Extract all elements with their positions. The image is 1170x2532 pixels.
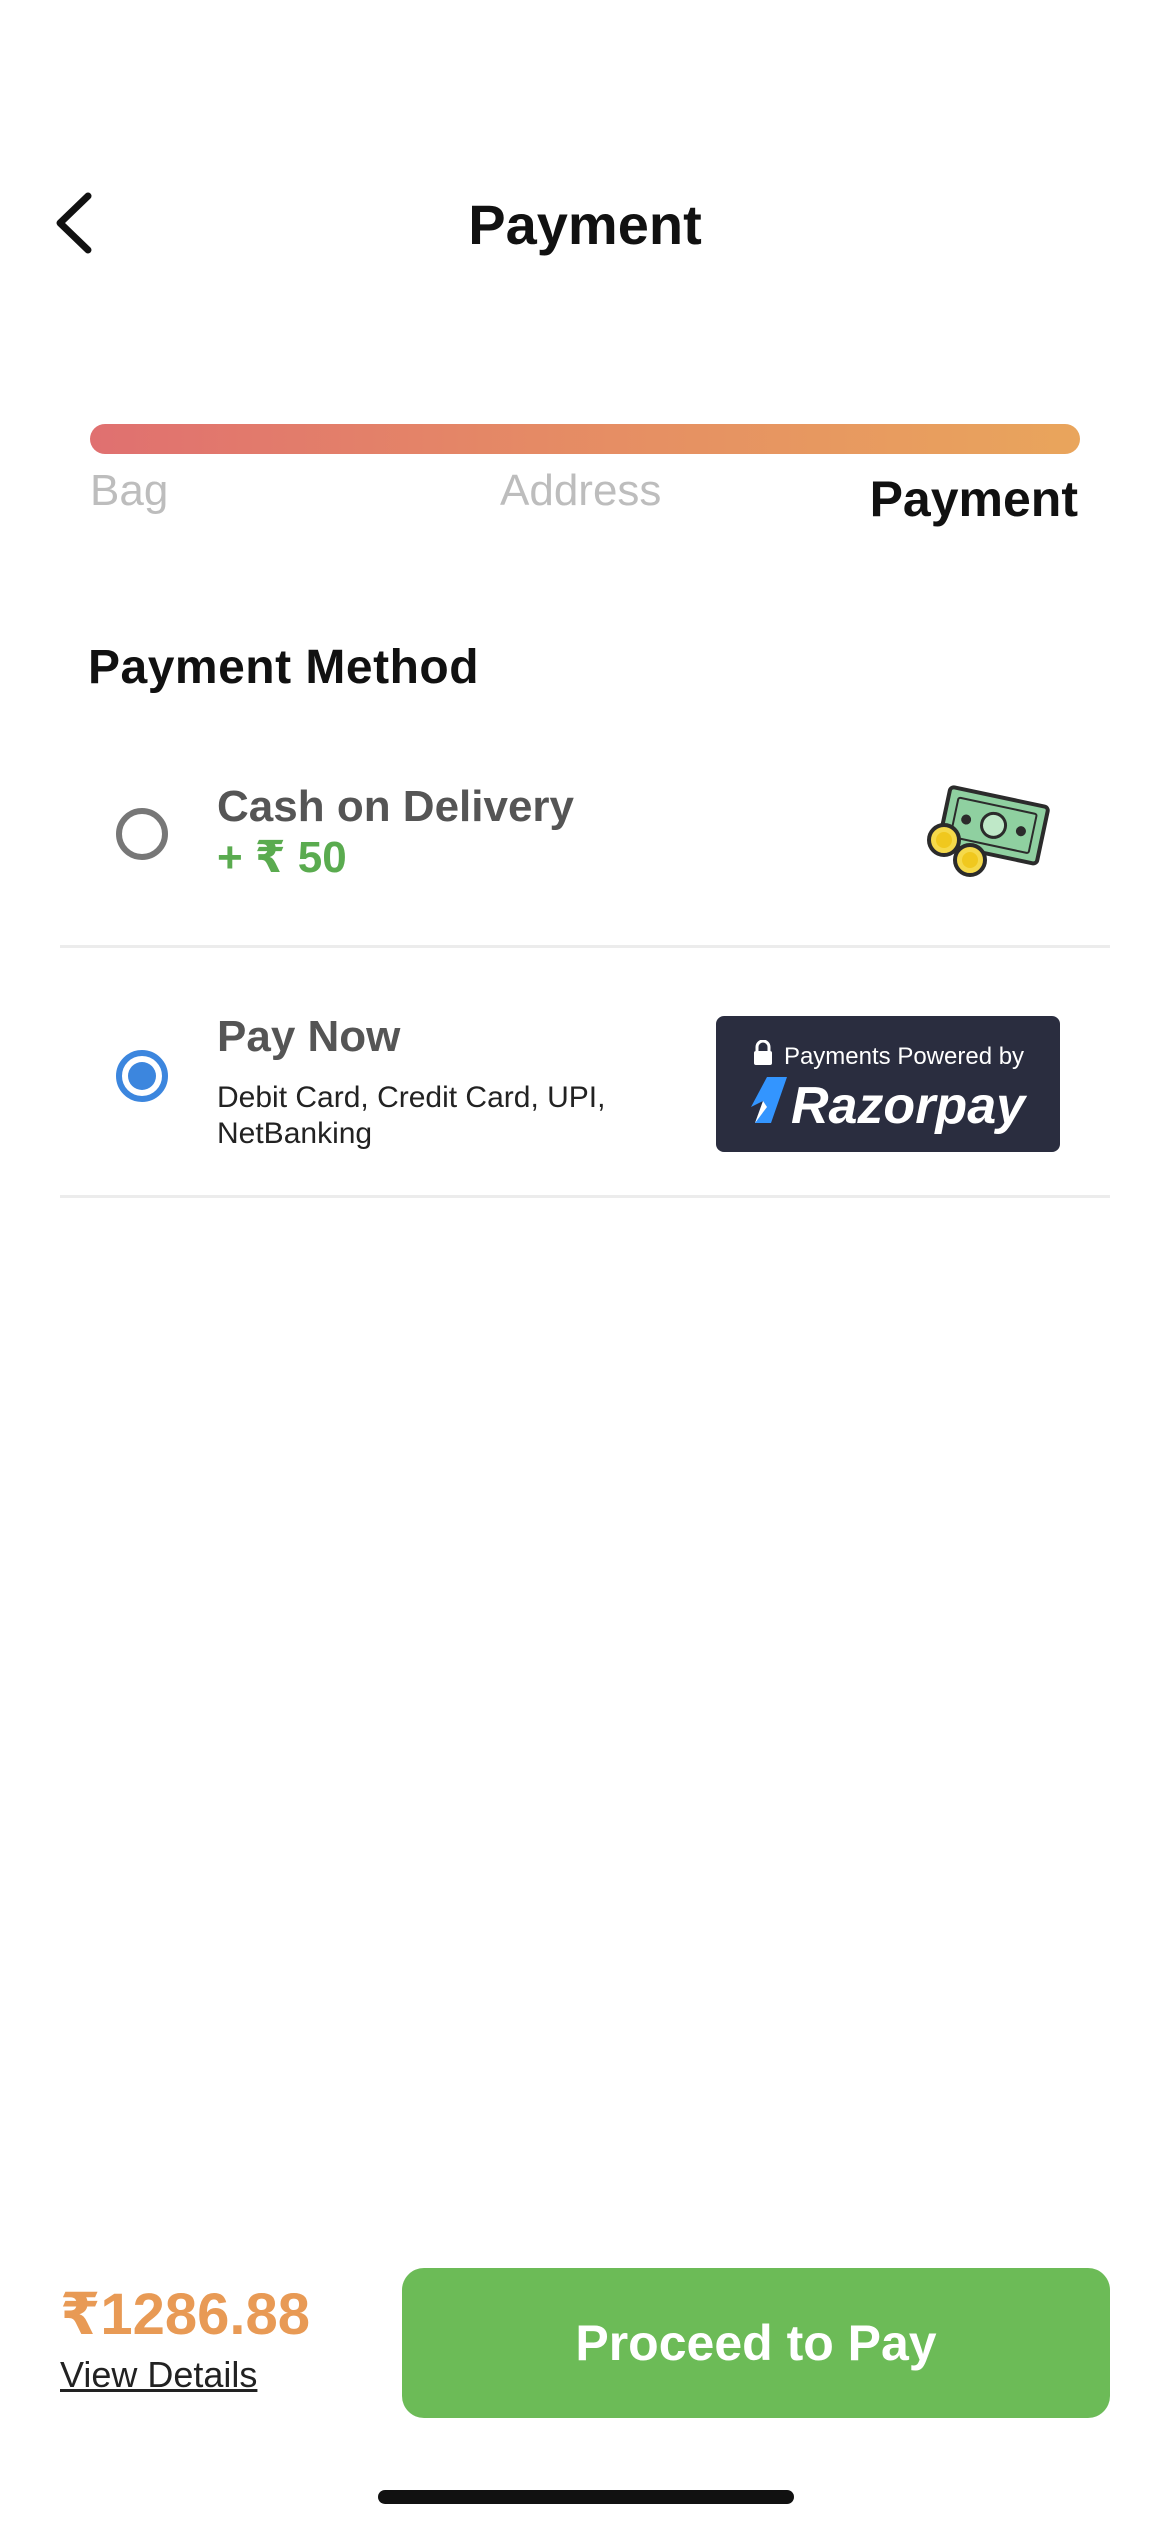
section-title: Payment Method — [88, 641, 480, 694]
pay-now-option[interactable]: Pay Now Debit Card, Credit Card, UPI, Ne… — [60, 1000, 1110, 1198]
cod-radio[interactable] — [116, 808, 168, 860]
razorpay-caption: Payments Powered by — [783, 1042, 1025, 1070]
pay-now-description: Debit Card, Credit Card, UPI, NetBanking — [217, 1081, 606, 1150]
order-total: ₹1286.88 — [60, 2282, 311, 2347]
cash-money-icon — [922, 778, 1052, 893]
home-indicator — [378, 2490, 794, 2504]
razorpay-badge: Payments Powered by Razorpay — [716, 1016, 1060, 1152]
cod-fee: + ₹ 50 — [217, 833, 347, 882]
proceed-to-pay-button[interactable]: Proceed to Pay — [402, 2268, 1110, 2418]
step-bag: Bag — [90, 466, 169, 515]
page-title: Payment — [468, 193, 702, 256]
checkout-progress-bar — [90, 424, 1080, 454]
lock-icon — [752, 1039, 774, 1073]
cash-on-delivery-option[interactable]: Cash on Delivery + ₹ 50 — [60, 760, 1110, 948]
cod-label: Cash on Delivery — [217, 782, 575, 831]
pay-now-label: Pay Now — [217, 1012, 401, 1061]
razorpay-brand: Razorpay — [790, 1077, 1026, 1135]
step-address: Address — [500, 466, 662, 515]
razorpay-logo-icon — [750, 1076, 787, 1136]
step-payment: Payment — [869, 471, 1078, 527]
view-details-link[interactable]: View Details — [60, 2354, 257, 2396]
pay-now-radio[interactable] — [116, 1050, 168, 1102]
